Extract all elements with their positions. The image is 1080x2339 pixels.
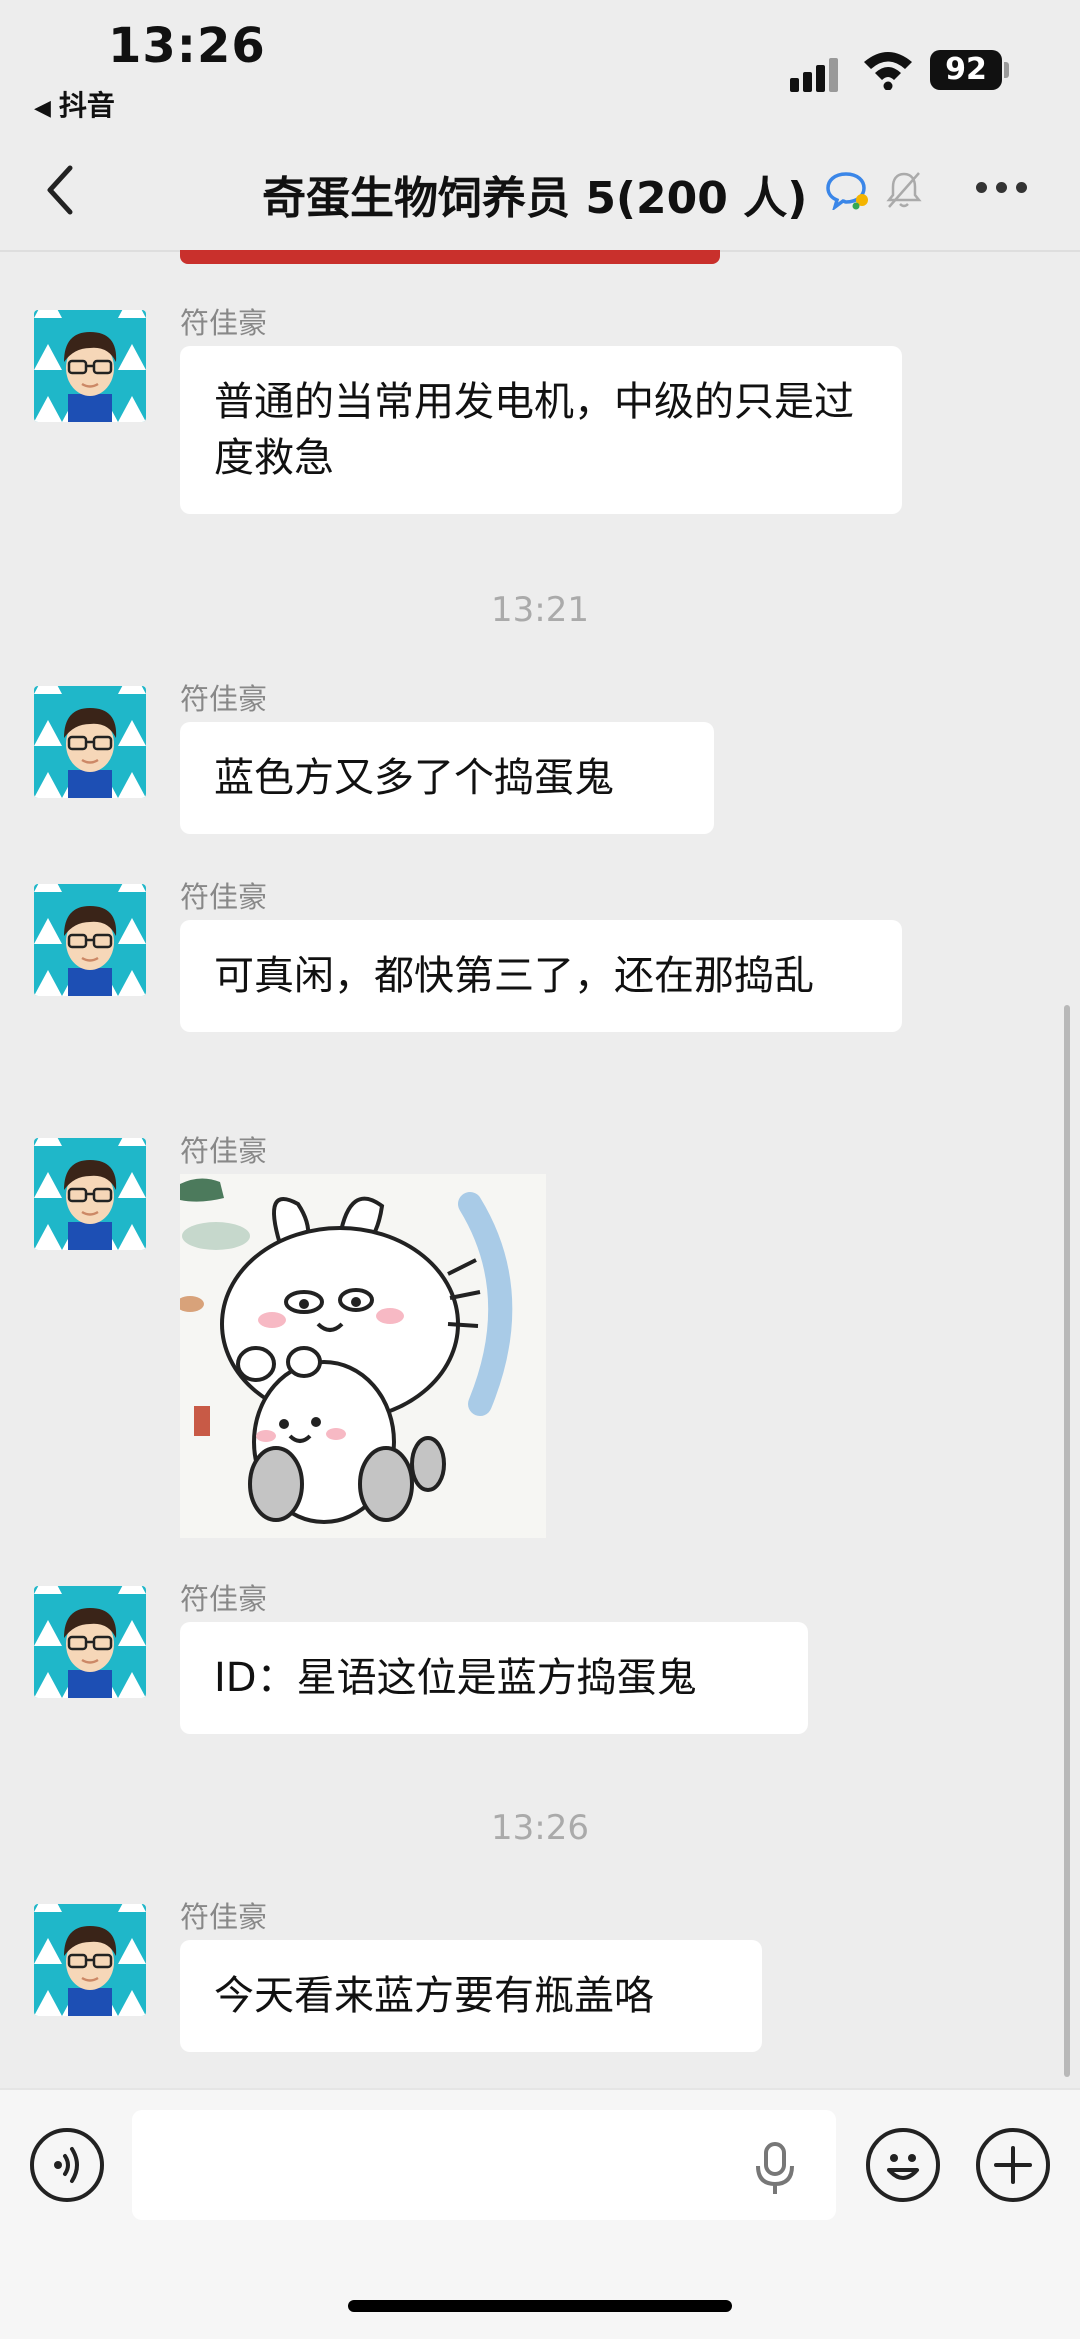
more-icon[interactable] [976, 182, 1028, 196]
plus-button[interactable] [976, 2128, 1050, 2202]
status-bar: 13:26 ◀ 抖音 92 [0, 0, 1080, 130]
wifi-icon [864, 52, 912, 90]
message-sender: 符佳豪 [180, 1134, 268, 1168]
mute-bell-icon[interactable] [886, 170, 922, 210]
message-bubble[interactable]: 今天看来蓝方要有瓶盖咯 [180, 1940, 762, 2052]
emoji-icon [887, 2154, 919, 2180]
message-sender: 符佳豪 [180, 306, 268, 340]
back-to-app-link[interactable]: ◀ 抖音 [34, 84, 115, 124]
avatar[interactable] [34, 686, 146, 798]
avatar[interactable] [34, 310, 146, 422]
avatar[interactable] [34, 1138, 146, 1250]
sticker-drawing [180, 1174, 546, 1538]
message-sender: 符佳豪 [180, 1582, 268, 1616]
avatar[interactable] [34, 884, 146, 996]
chat-title[interactable]: 奇蛋生物饲养员 5(200 人) [262, 162, 807, 226]
message-sender: 符佳豪 [180, 880, 268, 914]
message-bubble[interactable]: ID：星语这位是蓝方捣蛋鬼 [180, 1622, 808, 1734]
battery-icon: 92 [930, 50, 1002, 90]
chat-header: 奇蛋生物饲养员 5(200 人) [0, 130, 1080, 252]
message-sender: 符佳豪 [180, 1900, 268, 1934]
scrollbar[interactable] [1064, 1005, 1070, 2077]
signal-icon [790, 52, 848, 92]
avatar[interactable] [34, 1904, 146, 2016]
group-chat-icon[interactable] [826, 170, 870, 210]
message-bubble[interactable]: 普通的当常用发电机，中级的只是过度救急 [180, 346, 902, 514]
microphone-icon[interactable] [752, 2140, 798, 2196]
avatar[interactable] [34, 1586, 146, 1698]
emoji-button[interactable] [866, 2128, 940, 2202]
message-bubble[interactable]: 蓝色方又多了个捣蛋鬼 [180, 722, 714, 834]
message-sender: 符佳豪 [180, 682, 268, 716]
plus-icon [994, 2146, 1032, 2184]
message-timestamp: 13:26 [491, 1808, 589, 1848]
status-time: 13:26 [108, 18, 266, 74]
battery-nub [1004, 62, 1009, 78]
back-app-label: 抖音 [58, 89, 115, 122]
message-bubble[interactable]: 可真闲，都快第三了，还在那捣乱 [180, 920, 902, 1032]
home-indicator[interactable] [348, 2300, 732, 2312]
message-input[interactable] [132, 2110, 836, 2220]
voice-toggle-icon [54, 2147, 79, 2183]
back-triangle-icon: ◀ [34, 96, 51, 121]
message-timestamp: 13:21 [491, 590, 589, 630]
back-arrow-icon[interactable] [40, 160, 80, 220]
pinned-banner-edge[interactable] [180, 250, 720, 264]
sticker-image[interactable] [180, 1174, 546, 1538]
voice-toggle-button[interactable] [30, 2128, 104, 2202]
